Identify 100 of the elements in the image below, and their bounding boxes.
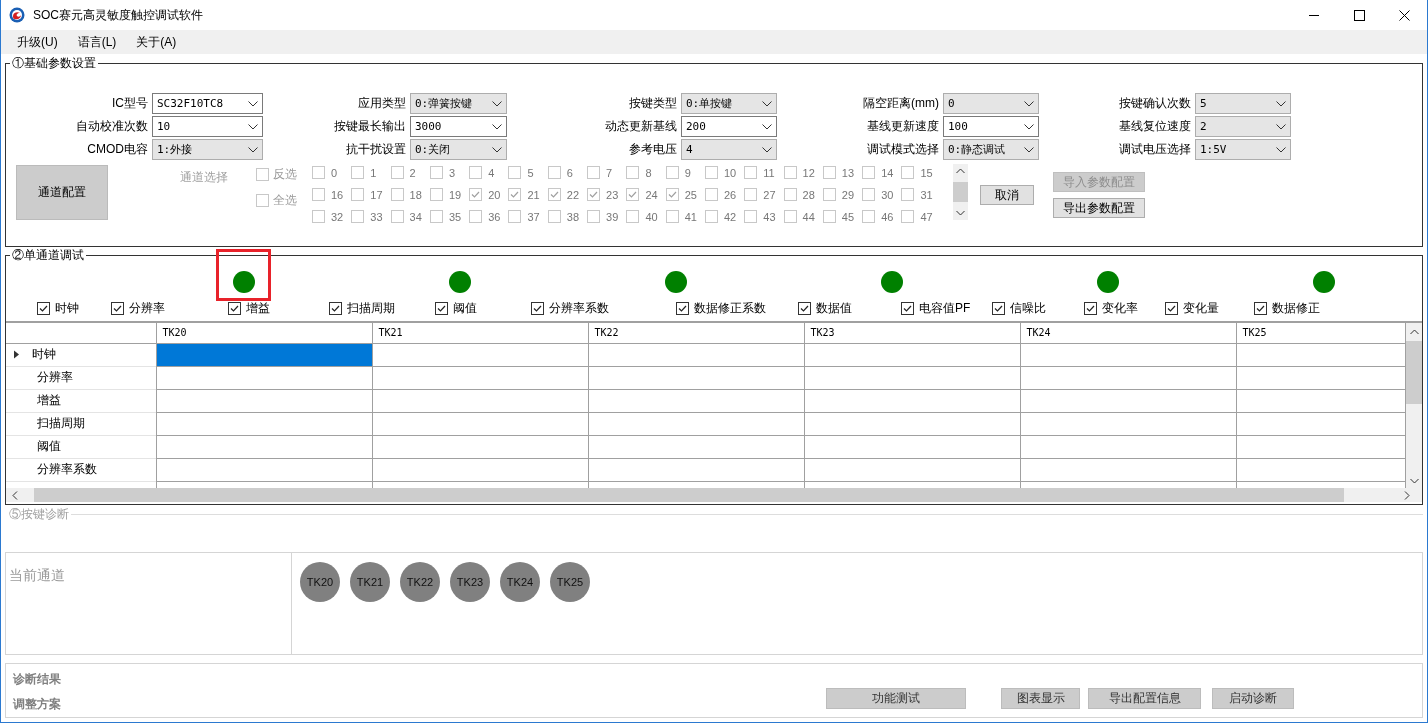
column-header[interactable]: TK22 [588, 323, 804, 343]
action-button[interactable]: 启动诊断 [1212, 688, 1294, 709]
row-header[interactable]: 阈值 [37, 438, 61, 455]
dropdown-field[interactable]: 3000 [410, 116, 507, 137]
dropdown-field[interactable]: 10 [152, 116, 263, 137]
dropdown-field[interactable]: 1:5V [1195, 139, 1291, 160]
row-header[interactable]: 增益 [37, 392, 61, 409]
column-header[interactable]: TK25 [1236, 323, 1406, 343]
field-label: 参考电压 [628, 141, 677, 158]
checkbox-label: 38 [566, 210, 580, 223]
checkbox-label: 10 [723, 166, 737, 179]
field-label: 自动校准次数 [75, 118, 148, 135]
checkbox-label: 29 [841, 188, 855, 201]
checkbox-label: 扫描周期 [347, 299, 395, 317]
column-header[interactable]: TK20 [156, 323, 372, 343]
column-header[interactable]: TK21 [372, 323, 588, 343]
checkbox-label: 8 [645, 166, 652, 179]
checkbox-label: 11 [763, 166, 775, 179]
checkbox-label: 信噪比 [1010, 299, 1046, 317]
export-config-button[interactable]: 导出参数配置 [1052, 198, 1145, 218]
channel-chip[interactable]: TK22 [400, 562, 440, 602]
checkbox-label: 28 [802, 188, 815, 201]
row-header[interactable]: 时钟 [32, 346, 56, 363]
checkbox-label: 27 [763, 188, 776, 201]
checkbox-label: 增益 [246, 299, 270, 317]
dropdown-field[interactable]: 1:外接 [152, 139, 263, 160]
checkbox-label: 阈值 [453, 299, 477, 317]
checkbox-label: 数据值 [816, 299, 852, 317]
checkbox-label: 数据修正 [1272, 299, 1320, 317]
column-header[interactable]: TK24 [1020, 323, 1236, 343]
menu-item[interactable]: 升级(U) [9, 33, 66, 51]
checkbox-label: 全选 [273, 192, 297, 209]
dropdown-field[interactable]: 2 [1195, 116, 1291, 137]
checkbox-label: 12 [802, 166, 815, 179]
channel-chip[interactable]: TK21 [350, 562, 390, 602]
channel-chip[interactable]: TK25 [550, 562, 590, 602]
checkbox-label: 25 [684, 188, 697, 201]
dropdown-field[interactable]: SC32F10TC8 [152, 93, 263, 114]
field-label: 调试模式选择 [866, 141, 939, 158]
field-label: IC型号 [111, 95, 148, 112]
group-title: ⑤按键诊断 [9, 505, 69, 523]
checkbox-label: 反选 [273, 166, 297, 183]
checkbox-label: 0 [331, 166, 338, 179]
channel-select-label: 通道选择 [180, 169, 229, 186]
field-label: 抗干扰设置 [345, 141, 406, 158]
checkbox-label: 5 [527, 166, 534, 179]
checkbox-label: 2 [409, 166, 416, 179]
field-label: 按键确认次数 [1118, 95, 1191, 112]
checkbox-label: 23 [606, 188, 619, 201]
channel-chip[interactable]: TK24 [500, 562, 540, 602]
action-button[interactable]: 图表显示 [1001, 688, 1080, 709]
checkbox-label: 7 [606, 166, 613, 179]
checkbox-label: 15 [920, 166, 933, 179]
checkbox-label: 45 [841, 210, 855, 223]
checkbox-label: 3 [448, 166, 455, 179]
dropdown-field[interactable]: 0:单按键 [681, 93, 777, 114]
checkbox-label: 36 [488, 210, 501, 223]
checkbox-label: 16 [331, 188, 344, 201]
checkbox-label: 18 [409, 188, 422, 201]
checkbox-label: 34 [409, 210, 422, 223]
menu-item[interactable]: 语言(L) [69, 33, 125, 51]
checkbox-label: 31 [920, 188, 933, 201]
dropdown-field[interactable]: 0 [943, 93, 1039, 114]
checkbox-label: 20 [488, 188, 501, 201]
channel-chip[interactable]: TK23 [450, 562, 490, 602]
adjustment-plan-label: 调整方案 [13, 696, 61, 713]
cancel-button[interactable]: 取消 [979, 185, 1034, 205]
checkbox-label: 19 [448, 188, 462, 201]
dropdown-field[interactable]: 5 [1195, 93, 1291, 114]
group-title: ②单通道调试 [11, 249, 85, 261]
window-title: SOC赛元高灵敏度触控调试软件 [33, 6, 203, 24]
dropdown-field[interactable]: 0:关闭 [410, 139, 507, 160]
dropdown-field[interactable]: 100 [943, 116, 1039, 137]
dropdown-field[interactable]: 200 [681, 116, 777, 137]
field-label: 应用类型 [357, 95, 406, 112]
checkbox-label: 分辨率 [129, 299, 165, 317]
row-header[interactable]: 扫描周期 [37, 415, 85, 432]
checkbox-label: 46 [881, 210, 894, 223]
checkbox-label: 43 [763, 210, 776, 223]
channel-chip[interactable]: TK20 [300, 562, 340, 602]
dropdown-field[interactable]: 0:弹簧按键 [410, 93, 507, 114]
row-header[interactable]: 分辨率系数 [37, 461, 97, 478]
action-button[interactable]: 导出配置信息 [1088, 688, 1201, 709]
checkbox-label: 40 [645, 210, 658, 223]
checkbox-label: 33 [370, 210, 383, 223]
checkbox-label: 37 [527, 210, 540, 223]
column-header[interactable]: TK23 [804, 323, 1020, 343]
checkbox-label: 41 [684, 210, 697, 223]
action-button[interactable]: 功能测试 [826, 688, 966, 709]
checkbox-label: 24 [645, 188, 658, 201]
checkbox-label: 变化率 [1102, 299, 1138, 317]
dropdown-field[interactable]: 0:静态调试 [943, 139, 1039, 160]
checkbox-label: 44 [802, 210, 815, 223]
dropdown-field[interactable]: 4 [681, 139, 777, 160]
checkbox-label: 电容值PF [919, 299, 971, 317]
checkbox-label: 1 [370, 166, 377, 179]
row-header[interactable]: 分辨率 [37, 369, 73, 386]
checkbox-label: 13 [841, 166, 855, 179]
menu-item[interactable]: 关于(A) [128, 33, 185, 51]
channel-config-button[interactable]: 通道配置 [16, 165, 108, 220]
